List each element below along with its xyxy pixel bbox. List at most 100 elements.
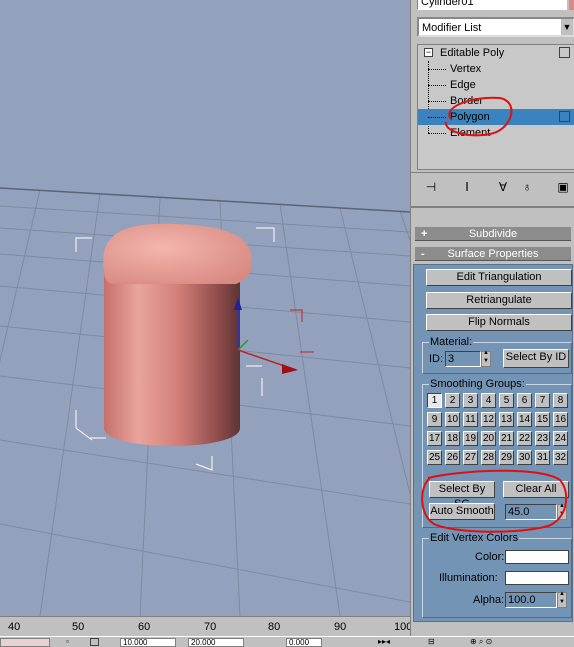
select-by-id-button[interactable]: Select By ID [503,349,569,368]
object-color-swatch[interactable] [569,0,574,10]
configure-sets-icon[interactable]: ▣ [555,180,571,194]
stack-item-label: Vertex [450,63,482,75]
stack-item-label: Border [450,95,484,107]
smoothing-groups-group: Smoothing Groups: 1 2 3 4 5 6 7 8 9 10 11 12 13 14 15 1… [422,378,572,528]
smoothing-group-button[interactable]: 32 [553,450,568,465]
smoothing-group-button[interactable]: 10 [445,412,460,427]
tree-branch [428,69,446,70]
timeline-ruler[interactable]: 40 50 60 70 80 90 100 [0,616,412,636]
show-end-result-icon[interactable]: Ⅰ [459,180,475,194]
smoothing-group-button[interactable]: 4 [481,393,496,408]
smoothing-group-button[interactable]: 8 [553,393,568,408]
auto-smooth-threshold-field[interactable]: 45.0 [505,504,557,520]
alpha-field[interactable]: 100.0 [505,592,557,608]
pin-stack-icon[interactable]: ⊣ [423,180,439,194]
stack-toggle-box[interactable] [559,111,570,122]
stack-item-element[interactable]: Element [418,125,574,141]
smoothing-group-button[interactable]: 6 [517,393,532,408]
tree-branch [428,101,446,102]
chevron-down-icon: ▼ [561,19,573,35]
smoothing-group-button[interactable]: 22 [517,431,532,446]
illumination-color-swatch[interactable] [505,571,569,585]
retriangulate-button[interactable]: Retriangulate [426,292,572,309]
viewport-scene [0,187,410,616]
transform-gizmo [234,298,314,374]
collapse-icon[interactable]: − [424,48,433,57]
smoothing-group-button[interactable]: 25 [427,450,442,465]
smoothing-group-button[interactable]: 20 [481,431,496,446]
make-unique-icon[interactable]: ∀ [495,180,511,194]
smoothing-group-button[interactable]: 19 [463,431,478,446]
playback-controls-icon[interactable]: ▸▸◂ [378,637,390,646]
group-title: Edit Vertex Colors [429,532,520,544]
color-label: Color: [475,551,505,563]
smoothing-group-button[interactable]: 9 [427,412,442,427]
smoothing-group-button[interactable]: 16 [553,412,568,427]
command-panel: Cylinder01 Modifier List ▼ − Editable Po… [410,0,574,636]
edit-vertex-colors-group: Edit Vertex Colors Color: Illumination: … [422,532,572,618]
smoothing-group-button[interactable]: 27 [463,450,478,465]
smoothing-group-button[interactable]: 12 [481,412,496,427]
alpha-label: Alpha: [473,594,505,606]
absolute-mode-icon[interactable] [90,638,99,646]
alpha-spinner[interactable] [557,591,567,608]
stack-item-vertex[interactable]: Vertex [418,61,574,77]
stack-item-edge[interactable]: Edge [418,77,574,93]
smoothing-group-button[interactable]: 13 [499,412,514,427]
material-id-spinner[interactable] [481,350,491,367]
rollout-title: Subdivide [468,228,518,240]
panel-divider [411,206,574,208]
select-by-sg-button[interactable]: Select By SG [429,481,495,510]
stack-toggle-box[interactable] [559,47,570,58]
smoothing-group-button[interactable]: 29 [499,450,514,465]
lock-icon[interactable]: ▫ [66,637,69,646]
smoothing-group-button[interactable]: 15 [535,412,550,427]
flip-normals-button[interactable]: Flip Normals [426,314,572,331]
edit-triangulation-button[interactable]: Edit Triangulation [426,269,572,286]
clear-all-button[interactable]: Clear All [503,481,569,498]
subdivide-rollout-header[interactable]: + Subdivide [415,226,571,241]
key-mode-icon[interactable]: ⊟ [428,637,435,646]
auto-smooth-button[interactable]: Auto Smooth [429,503,495,520]
rollout-title: Surface Properties [447,248,539,260]
auto-smooth-spinner[interactable] [557,503,567,520]
vertex-color-swatch[interactable] [505,550,569,564]
smoothing-group-button[interactable]: 24 [553,431,568,446]
smoothing-group-button[interactable]: 30 [517,450,532,465]
stack-item-label: Polygon [450,111,490,123]
surface-properties-rollout-header[interactable]: - Surface Properties [415,246,571,261]
smoothing-group-button[interactable]: 5 [499,393,514,408]
collapse-icon: - [421,248,425,260]
material-id-field[interactable]: 3 [445,351,481,367]
smoothing-group-button[interactable]: 7 [535,393,550,408]
stack-item-editable-poly[interactable]: − Editable Poly [418,45,574,61]
stack-item-label: Edge [450,79,476,91]
tree-branch [428,85,446,86]
stack-toolbar: ⊣ Ⅰ ∀ ♁ ▣ [411,172,574,200]
smoothing-group-button[interactable]: 18 [445,431,460,446]
smoothing-group-button[interactable]: 17 [427,431,442,446]
tick-label: 60 [138,621,151,633]
object-name-field[interactable]: Cylinder01 [417,0,567,10]
material-id-label: ID: [429,353,444,365]
smoothing-group-button[interactable]: 26 [445,450,460,465]
smoothing-group-button[interactable]: 14 [517,412,532,427]
modifier-stack[interactable]: − Editable Poly Vertex Edge Border Polyg… [417,44,574,170]
smoothing-group-button[interactable]: 28 [481,450,496,465]
modifier-list-dropdown[interactable]: Modifier List ▼ [417,17,574,37]
cylinder-object [103,223,253,446]
smoothing-group-button[interactable]: 2 [445,393,460,408]
smoothing-group-button[interactable]: 23 [535,431,550,446]
surface-properties-rollout: Edit Triangulation Retriangulate Flip No… [413,264,573,622]
stack-item-polygon[interactable]: Polygon [418,109,574,125]
tick-label: 40 [8,621,21,633]
smoothing-group-button[interactable]: 3 [463,393,478,408]
smoothing-group-button[interactable]: 1 [427,393,442,408]
tick-label: 70 [204,621,217,633]
smoothing-group-button[interactable]: 11 [463,412,478,427]
smoothing-group-button[interactable]: 21 [499,431,514,446]
smoothing-group-button[interactable]: 31 [535,450,550,465]
stack-item-border[interactable]: Border [418,93,574,109]
remove-modifier-icon[interactable]: ♁ [519,180,535,194]
perspective-viewport[interactable] [0,0,410,616]
